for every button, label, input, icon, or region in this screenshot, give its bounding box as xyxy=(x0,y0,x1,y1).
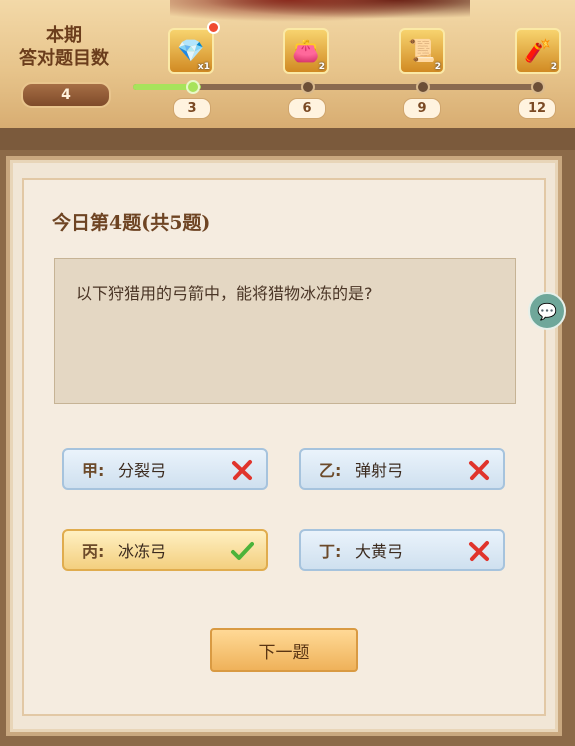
wrong-cross-icon xyxy=(469,460,489,480)
milestone-node xyxy=(186,80,200,94)
milestone-node xyxy=(301,80,315,94)
count-title-line1: 本期 xyxy=(46,25,82,46)
reward-qty: 2 xyxy=(434,62,441,72)
milestone-node xyxy=(416,80,430,94)
correct-check-icon xyxy=(231,542,254,560)
option-text: 冰冻弓 xyxy=(118,542,167,561)
milestone-label: 6 xyxy=(288,98,326,119)
chat-bubble-icon: 💬 xyxy=(537,301,557,321)
reward-qty: x1 xyxy=(197,62,210,72)
next-question-button[interactable]: 下一题 xyxy=(210,628,358,672)
option-text: 弹射弓 xyxy=(355,461,404,480)
option-c[interactable]: 丙: 冰冻弓 xyxy=(62,529,268,571)
option-b[interactable]: 乙: 弹射弓 xyxy=(299,448,505,490)
question-heading: 今日第4题(共5题) xyxy=(52,212,211,234)
option-key: 乙: xyxy=(319,461,342,480)
milestone-label: 12 xyxy=(518,98,556,119)
option-key: 丁: xyxy=(319,542,342,561)
option-a[interactable]: 甲: 分裂弓 xyxy=(62,448,268,490)
reward-qty: 2 xyxy=(550,62,557,72)
milestone-label: 3 xyxy=(173,98,211,119)
option-key: 丙: xyxy=(82,542,105,561)
milestone-node xyxy=(531,80,545,94)
reward-chest-2[interactable]: 👛 2 xyxy=(283,28,329,74)
reward-qty: 2 xyxy=(318,62,325,72)
wrong-cross-icon xyxy=(232,460,252,480)
chat-button[interactable]: 💬 xyxy=(528,292,566,330)
option-key: 甲: xyxy=(82,461,105,480)
reward-chest-3[interactable]: 📜 2 xyxy=(399,28,445,74)
reward-chest-1[interactable]: 💎 x1 xyxy=(168,28,214,74)
count-title-line2: 答对题目数 xyxy=(19,48,109,69)
option-text: 分裂弓 xyxy=(118,461,167,480)
option-text: 大黄弓 xyxy=(355,542,404,561)
reward-chest-4[interactable]: 🧨 2 xyxy=(515,28,561,74)
option-d[interactable]: 丁: 大黄弓 xyxy=(299,529,505,571)
wrong-cross-icon xyxy=(469,541,489,561)
character-art xyxy=(170,0,470,22)
milestone-label: 9 xyxy=(403,98,441,119)
notification-dot xyxy=(207,21,220,34)
correct-count-badge: 4 xyxy=(21,82,111,108)
question-text: 以下狩猎用的弓箭中，能将猎物冰冻的是? xyxy=(76,284,373,303)
count-title: 本期 答对题目数 xyxy=(8,24,120,70)
